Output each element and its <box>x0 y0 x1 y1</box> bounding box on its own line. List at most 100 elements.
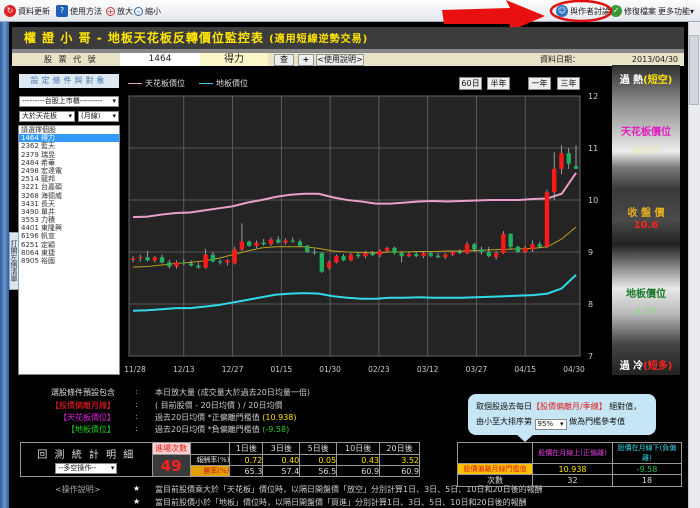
candle-body <box>493 253 499 258</box>
zoom-out-button[interactable]: - 縮小 <box>134 4 161 18</box>
howto-button[interactable]: ? 使用方法 <box>56 4 102 18</box>
setup-header: 設定條件與對象 <box>19 74 119 88</box>
range-60d-button[interactable]: 60日 <box>459 77 482 90</box>
more-button[interactable]: 更多功能▾ <box>658 4 694 18</box>
count-label: 次數 <box>457 474 533 487</box>
count-negative: 18 <box>612 474 682 487</box>
window-frame <box>0 22 9 508</box>
stock-list-item[interactable]: 6251 定穎 <box>19 241 119 249</box>
query-button[interactable]: 查 <box>274 54 294 66</box>
candle-body <box>443 254 448 258</box>
candle-body <box>501 233 506 254</box>
stock-list-item[interactable]: 請選擇個股 <box>19 126 119 134</box>
condition-select[interactable]: 大於天花板 <box>19 111 75 122</box>
howto-label: 使用方法 <box>70 6 102 16</box>
candle-body <box>152 257 157 261</box>
close-label: 收 盤 價 <box>627 208 665 219</box>
zoom-out-icon: - <box>134 6 143 16</box>
candle-body <box>203 254 208 268</box>
cold-label: 過 冷(短多) <box>612 357 680 372</box>
open-left-list-tab[interactable]: 打開左側清單 <box>9 232 19 290</box>
candle-body <box>370 253 375 256</box>
price-chart: 12 11 10 9 8 7 11/28 12/13 12/27 01/15 01/30 02/23 0… <box>124 92 598 374</box>
threshold-positive: 10.938 <box>532 463 613 475</box>
candle-body <box>479 249 484 252</box>
highlight-circle <box>549 0 613 23</box>
stock-list-item[interactable]: 2362 藍天 <box>19 142 119 150</box>
hot-text: 過 熱 <box>619 75 644 86</box>
stock-list-item[interactable]: 8064 東捷 <box>19 249 119 257</box>
colon: : <box>135 400 138 409</box>
stock-list-item[interactable]: 3268 海德威 <box>19 192 119 200</box>
range-one-year-button[interactable]: 一年 <box>528 77 551 90</box>
refresh-icon: ↻ <box>4 5 16 17</box>
bubble-highlight: 【股價偏離月/季線】 <box>532 402 607 411</box>
return-value: 0.05 <box>299 454 338 466</box>
range-half-year-button[interactable]: 半年 <box>487 77 510 90</box>
candle-body <box>232 249 237 264</box>
stock-list-item[interactable]: 2484 希華 <box>19 159 119 167</box>
y-tick-label: 12 <box>588 92 598 101</box>
range-three-year-button[interactable]: 三年 <box>557 77 580 90</box>
candle-body <box>450 252 455 255</box>
notes-label[interactable]: <操作說明> <box>55 484 100 495</box>
candle-body <box>515 246 521 252</box>
candle-body <box>573 166 579 169</box>
chart-legend: 天花板價位 地板價位 <box>128 78 248 89</box>
zoom-in-button[interactable]: + 放大 <box>106 4 133 18</box>
stock-code-input[interactable]: 1464 <box>120 53 200 66</box>
candle-body <box>239 241 245 250</box>
stock-list-item[interactable]: 6196 帆宣 <box>19 232 119 240</box>
stock-list-item[interactable]: 2498 宏達電 <box>19 167 119 175</box>
stock-list-item[interactable]: 8905 裕國 <box>19 257 119 265</box>
candle-body <box>188 263 194 266</box>
candle-body <box>167 262 172 267</box>
colon: : <box>135 387 138 396</box>
row-label: 選股條件預設包含 <box>51 388 115 397</box>
candle-body <box>348 254 354 261</box>
title-main: 權 證 小 哥 - 地板天花板反轉價位監控表 <box>24 31 264 45</box>
market-select[interactable]: ---------台股上市櫃--------- <box>19 96 119 107</box>
refresh-button[interactable]: ↻ 資料更新 <box>4 4 50 18</box>
strategy-select[interactable]: --多空操作-- <box>55 462 118 474</box>
add-button[interactable]: + <box>298 54 314 66</box>
candle-body <box>537 244 542 247</box>
candle-body <box>247 241 252 246</box>
period-header: 10日後 <box>336 442 381 455</box>
candle-body <box>399 253 404 257</box>
col-negative: 股價在月線下(負偏離) <box>612 442 682 464</box>
floor-value: 8.58 <box>634 306 658 317</box>
period-header: 3日後 <box>262 442 301 455</box>
help-button[interactable]: <使用說明> <box>316 54 364 66</box>
legend-ceiling: 天花板價位 <box>128 78 185 89</box>
stock-list-item[interactable]: 2379 瑞昱 <box>19 151 119 159</box>
x-tick-label: 04/30 <box>563 365 585 374</box>
candle-body <box>559 153 564 169</box>
percentile-select[interactable]: 95% <box>534 419 567 430</box>
stock-list[interactable]: 請選擇個股 1464 得力 2362 藍天 2379 瑞昱 2484 希華 2498 宏達… <box>18 125 120 375</box>
stock-list-item[interactable]: 3490 單井 <box>19 208 119 216</box>
candle-body <box>196 265 201 268</box>
candle-body <box>428 253 433 256</box>
period-header: 5日後 <box>299 442 338 455</box>
legend-line-ceiling <box>128 83 142 84</box>
candle-body <box>261 242 266 245</box>
row-text: 過去20日均價 *負偏離門檻值 <box>155 425 260 434</box>
refresh-label: 資料更新 <box>18 6 50 16</box>
return-label: 報酬率(%) <box>189 454 231 466</box>
stock-list-item[interactable]: 3431 長天 <box>19 200 119 208</box>
stock-info-row: 股 票 代 號 1464 得力 查 + <使用說明> 資料日期： <box>12 53 612 66</box>
candle-body <box>566 153 571 164</box>
stock-list-item[interactable]: 3221 台嘉碩 <box>19 183 119 191</box>
star-icon: ★ <box>133 484 141 493</box>
ceiling-label: 天花板價位 <box>621 127 671 138</box>
candle-body <box>522 247 528 252</box>
cold-tag: (短多) <box>643 361 673 372</box>
row-value: (-9.58) <box>262 425 290 434</box>
candle-body <box>414 254 419 257</box>
x-tick-label: 02/23 <box>368 365 390 374</box>
count-positive: 32 <box>532 474 613 487</box>
scrollbar-thumb[interactable] <box>689 35 699 105</box>
candle-body <box>334 256 339 263</box>
ceiling-value: 10.52 <box>631 145 661 156</box>
